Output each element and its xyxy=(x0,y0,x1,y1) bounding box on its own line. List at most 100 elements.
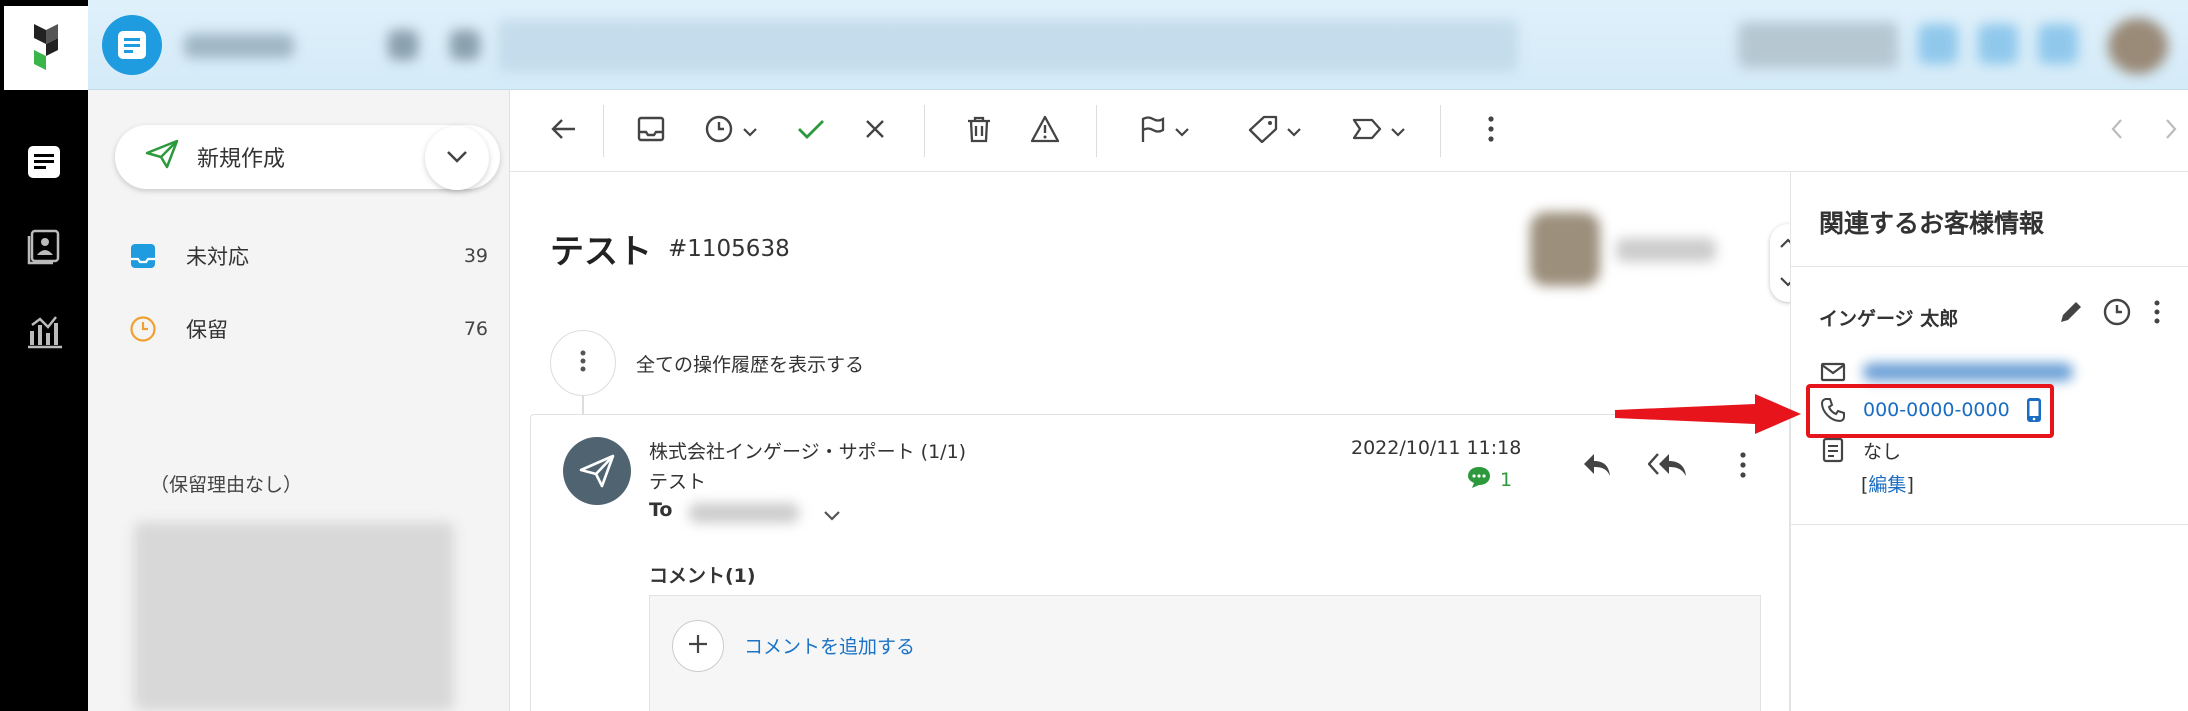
blurred-user-info xyxy=(1738,22,1898,68)
show-history-button[interactable] xyxy=(550,330,616,396)
plus-icon xyxy=(687,633,709,659)
app-rail xyxy=(0,0,88,711)
folder-pane: 新規作成 未対応 39 保留 76 （保留理由なし） xyxy=(88,90,510,711)
previous-message-button[interactable] xyxy=(2102,110,2132,152)
reply-button[interactable] xyxy=(1577,447,1617,487)
message-card: 株式会社インゲージ・サポート (1/1) テスト To 2022/10/11 1… xyxy=(530,414,1790,711)
blurred-avatar xyxy=(2108,18,2168,74)
spam-button[interactable] xyxy=(1024,110,1066,152)
new-message-options-button[interactable] xyxy=(425,126,489,190)
blurred-assignee-name xyxy=(1616,238,1716,262)
customer-memo: なし xyxy=(1863,440,1902,463)
more-vertical-icon xyxy=(1740,452,1746,482)
clock-icon xyxy=(2102,297,2132,331)
label-icon xyxy=(1352,117,1382,145)
customer-panel-title: 関連するお客様情報 xyxy=(1819,209,2045,238)
edit-bracket-close: ] xyxy=(1906,474,1914,496)
reply-all-button[interactable] xyxy=(1643,447,1693,487)
customer-info-panel: 関連するお客様情報 インゲージ 太郎 000-0000-0000 なし [編集] xyxy=(1790,172,2188,711)
message-sender: 株式会社インゲージ・サポート (1/1) xyxy=(649,441,967,463)
mail-app-icon[interactable] xyxy=(102,15,162,75)
more-vertical-icon xyxy=(1488,116,1494,146)
blurred-icon xyxy=(450,30,480,60)
add-comment-link[interactable]: コメントを追加する xyxy=(744,632,915,659)
blurred-search-bar xyxy=(498,20,1518,72)
complete-button[interactable] xyxy=(790,110,832,152)
mail-list-icon[interactable] xyxy=(22,140,66,184)
customer-email-row xyxy=(1819,358,2073,386)
show-history-label[interactable]: 全ての操作履歴を表示する xyxy=(636,350,864,377)
comment-count: 1 xyxy=(1500,468,1513,491)
phone-highlight-box xyxy=(1806,384,2054,438)
hold-reason-none[interactable]: （保留理由なし） xyxy=(150,470,302,497)
flag-button[interactable] xyxy=(1132,110,1198,152)
to-label: To xyxy=(649,499,673,521)
customer-more-button[interactable] xyxy=(2145,296,2169,332)
clock-icon xyxy=(704,114,734,148)
more-vertical-icon xyxy=(580,349,586,377)
blurred-assignee-avatar xyxy=(1530,212,1600,286)
thread-connector xyxy=(582,396,584,416)
blurred-icon xyxy=(388,30,418,60)
note-icon xyxy=(1819,436,1847,464)
divider xyxy=(1791,524,2188,525)
message-date: 2022/10/11 11:18 xyxy=(1351,437,1522,459)
analytics-icon[interactable] xyxy=(22,310,66,354)
app-logo[interactable] xyxy=(4,6,88,90)
recipient-expand-icon[interactable] xyxy=(823,507,841,526)
pencil-icon xyxy=(2058,299,2084,329)
message-view: テスト #1105638 全ての操作履歴を表示する 株式会社インゲージ・サポート… xyxy=(510,172,1806,711)
chevron-down-icon xyxy=(446,149,468,168)
chat-bubble-icon xyxy=(1466,465,1492,494)
mail-icon xyxy=(1819,358,1847,386)
check-icon xyxy=(797,118,825,144)
message-more-button[interactable] xyxy=(1723,447,1763,487)
delete-button[interactable] xyxy=(958,110,1000,152)
edit-customer-button[interactable] xyxy=(2053,296,2089,332)
memo-edit: [編集] xyxy=(1861,470,1914,497)
blurred-icon xyxy=(2038,24,2078,64)
close-ticket-button[interactable] xyxy=(854,110,896,152)
trash-icon xyxy=(966,115,992,147)
folder-item-unhandled[interactable]: 未対応 39 xyxy=(128,236,488,276)
tray-icon xyxy=(637,116,665,146)
annotation-arrow-icon xyxy=(1615,394,1801,434)
customer-name[interactable]: インゲージ 太郎 xyxy=(1819,304,1958,331)
blurred-icon xyxy=(1978,24,2018,64)
clock-icon xyxy=(128,314,158,344)
contacts-icon[interactable] xyxy=(22,224,66,268)
send-icon xyxy=(145,139,179,175)
blurred-email[interactable] xyxy=(1863,363,2073,381)
memo-edit-link[interactable]: 編集 xyxy=(1868,474,1906,496)
toolbar-divider xyxy=(603,105,604,157)
folder-label: 未対応 xyxy=(186,245,249,269)
ticket-id: #1105638 xyxy=(668,236,790,262)
blurred-folder-list xyxy=(134,522,454,711)
more-actions-button[interactable] xyxy=(1476,110,1506,152)
divider xyxy=(1791,266,2188,267)
new-message-label: 新規作成 xyxy=(197,147,286,172)
message-subject: テスト xyxy=(649,471,707,493)
label-button[interactable] xyxy=(1346,110,1412,152)
next-message-button[interactable] xyxy=(2156,110,2186,152)
chevron-down-icon xyxy=(1286,122,1302,141)
message-toolbar xyxy=(510,90,2188,172)
add-comment-button[interactable] xyxy=(672,620,724,672)
blurred-recipient xyxy=(689,503,799,523)
reply-icon xyxy=(1582,452,1612,482)
comments-heading: コメント(1) xyxy=(649,565,756,587)
top-app-bar xyxy=(88,0,2188,90)
snooze-button[interactable] xyxy=(696,110,766,152)
back-button[interactable] xyxy=(544,110,584,152)
chevron-left-icon xyxy=(2111,118,2123,144)
sent-avatar xyxy=(563,437,631,505)
toolbar-divider xyxy=(924,105,925,157)
customer-history-button[interactable] xyxy=(2099,296,2135,332)
more-vertical-icon xyxy=(2154,300,2160,328)
tag-button[interactable] xyxy=(1242,110,1308,152)
inbox-move-button[interactable] xyxy=(630,110,672,152)
comment-count-badge[interactable]: 1 xyxy=(1466,465,1512,494)
toolbar-divider xyxy=(1440,105,1441,157)
warning-icon xyxy=(1030,115,1060,147)
folder-item-hold[interactable]: 保留 76 xyxy=(128,309,488,349)
